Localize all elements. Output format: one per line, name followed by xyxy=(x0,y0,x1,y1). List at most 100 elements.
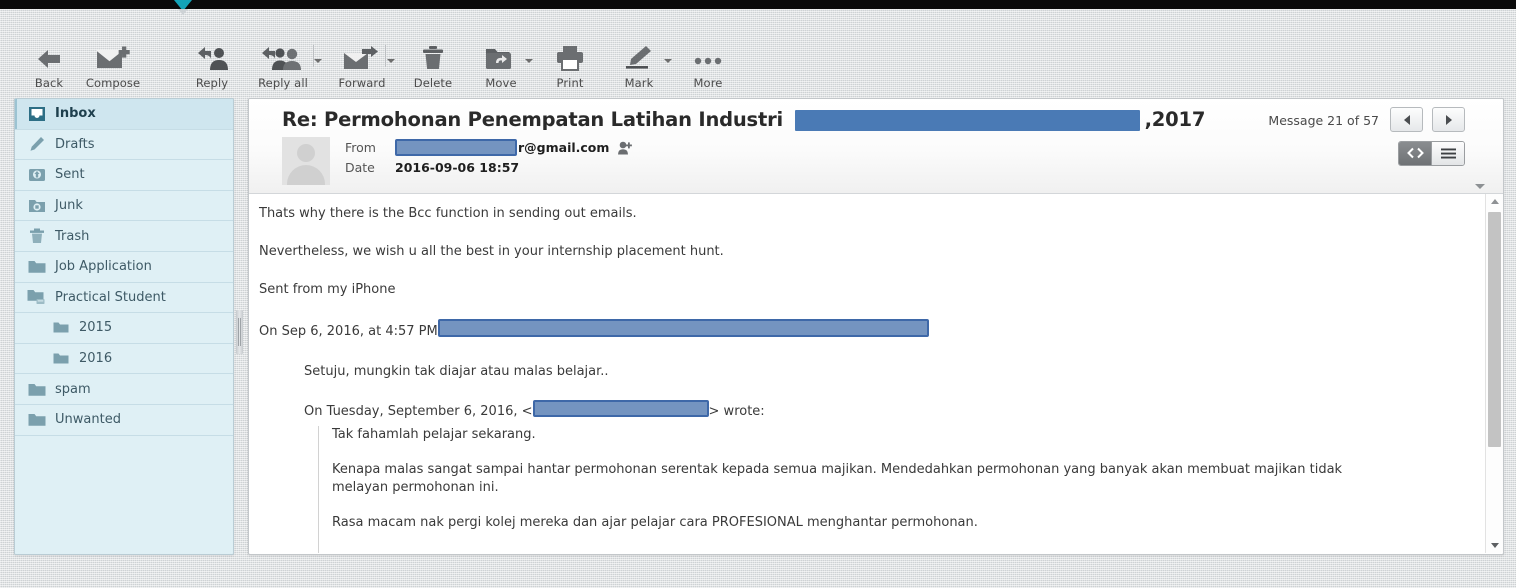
toolbar-button-move[interactable]: Move xyxy=(464,41,538,90)
sidebar-item-junk[interactable]: Junk xyxy=(15,190,233,222)
message-date-row: Date 2016-09-06 18:57 xyxy=(345,160,519,175)
message-body-content: Thats why there is the Bcc function in s… xyxy=(249,194,1483,553)
sidebar-label-spam: spam xyxy=(55,381,91,397)
email-client-window: Back Compose Reply Reply all Forward Del… xyxy=(0,0,1516,588)
sidebar-item-2015[interactable]: 2015 xyxy=(15,313,233,344)
quote1-paragraph: Setuju, mungkin tak diajar atau malas be… xyxy=(304,364,609,380)
trash-icon xyxy=(27,228,46,245)
reply-icon xyxy=(195,41,229,71)
body-paragraph: Nevertheless, we wish u all the best in … xyxy=(259,243,724,259)
avatar xyxy=(282,137,330,185)
sidebar-label-2016: 2016 xyxy=(79,351,113,367)
sidebar-item-job-application[interactable]: Job Application xyxy=(15,251,233,283)
sidebar-item-unwanted[interactable]: Unwanted xyxy=(15,404,233,436)
trash-icon xyxy=(421,41,445,71)
message-subject: Re: Permohonan Penempatan Latihan Indust… xyxy=(282,108,1205,131)
sidebar-item-practical-student[interactable]: Practical Student xyxy=(15,282,233,314)
toolbar-button-forward[interactable]: Forward xyxy=(325,41,399,90)
inbox-icon xyxy=(27,105,46,122)
printer-icon xyxy=(556,41,584,71)
quoted-block-level-2: Tak fahamlah pelajar sekarang. Kenapa ma… xyxy=(318,426,1483,553)
pen-mark-icon xyxy=(624,41,654,71)
view-source-button[interactable] xyxy=(1399,142,1431,165)
sent-icon xyxy=(27,166,46,183)
folder-icon xyxy=(27,258,46,275)
toolbar-label-delete: Delete xyxy=(413,76,453,90)
quoted-block-level-1: Setuju, mungkin tak diajar atau malas be… xyxy=(304,363,1483,553)
sidebar-label-2015: 2015 xyxy=(79,320,113,336)
folder-icon xyxy=(51,319,70,336)
sidebar-item-2016[interactable]: 2016 xyxy=(15,343,233,375)
sidebar-empty-area xyxy=(15,435,233,554)
sidebar-item-sent[interactable]: Sent xyxy=(15,160,233,191)
toolbar-label-back: Back xyxy=(34,76,64,90)
toolbar-label-print: Print xyxy=(556,76,584,90)
sidebar-label-practical-student: Practical Student xyxy=(55,289,166,305)
window-top-chrome xyxy=(0,0,1516,9)
quote-attribution-text: On Sep 6, 2016, at 4:57 PM xyxy=(259,323,438,339)
move-folder-icon xyxy=(485,41,517,71)
chevron-down-icon[interactable] xyxy=(1475,184,1485,189)
sidebar-item-drafts[interactable]: Drafts xyxy=(15,129,233,161)
toolbar-label-mark: Mark xyxy=(624,76,654,90)
message-scrollbar[interactable] xyxy=(1485,194,1503,553)
main-toolbar: Back Compose Reply Reply all Forward Del… xyxy=(0,9,1516,97)
message-header: Re: Permohonan Penempatan Latihan Indust… xyxy=(249,99,1503,194)
toolbar-button-reply[interactable]: Reply xyxy=(175,41,249,90)
toolbar-button-delete[interactable]: Delete xyxy=(396,41,470,90)
back-arrow-icon xyxy=(35,41,63,71)
toolbar-caret-move[interactable] xyxy=(525,59,533,63)
toolbar-button-compose[interactable]: Compose xyxy=(76,41,150,90)
code-view-icon xyxy=(1406,144,1424,163)
toolbar-button-reply-all[interactable]: Reply all xyxy=(246,41,322,90)
folder-icon xyxy=(27,381,46,398)
folder-icon xyxy=(51,350,70,367)
sidebar-item-trash[interactable]: Trash xyxy=(15,221,233,252)
toolbar-button-more[interactable]: More xyxy=(671,41,745,90)
scrollbar-thumb[interactable] xyxy=(1488,212,1501,447)
triangle-down-icon xyxy=(1490,543,1499,548)
subject-redaction xyxy=(794,110,1140,131)
subject-text: Re: Permohonan Penempatan Latihan Indust… xyxy=(282,108,783,131)
toolbar-label-reply-all: Reply all xyxy=(258,76,308,90)
previous-message-button[interactable] xyxy=(1390,107,1423,132)
add-contact-icon[interactable] xyxy=(618,141,633,155)
date-value: 2016-09-06 18:57 xyxy=(395,160,520,175)
toolbar-button-mark[interactable]: Mark xyxy=(602,41,676,90)
quote2-paragraph: Rasa macam nak pergi kolej mereka dan aj… xyxy=(332,514,978,530)
arrow-right-icon xyxy=(1445,114,1452,125)
avatar-placeholder-icon xyxy=(297,144,315,162)
from-address: r@gmail.com xyxy=(518,140,610,155)
pane-splitter-handle[interactable] xyxy=(236,310,243,354)
toolbar-label-more: More xyxy=(693,76,723,90)
quote1-attribution-redaction xyxy=(532,400,709,418)
toolbar-button-back[interactable]: Back xyxy=(12,41,86,90)
from-label: From xyxy=(345,140,376,155)
sidebar-label-unwanted: Unwanted xyxy=(55,412,121,428)
sidebar-label-sent: Sent xyxy=(55,167,85,183)
folder-parent-icon xyxy=(27,289,46,306)
date-label: Date xyxy=(345,160,375,175)
sidebar-item-spam[interactable]: spam xyxy=(15,374,233,405)
message-pane: Re: Permohonan Penempatan Latihan Indust… xyxy=(248,98,1504,555)
toolbar-caret-forward[interactable] xyxy=(387,59,395,63)
from-redaction xyxy=(395,139,517,156)
folder-sidebar: Inbox Drafts Sent Junk Trash Job Applica… xyxy=(14,98,234,555)
forward-icon xyxy=(343,41,381,71)
quote-attribution-redaction xyxy=(437,318,929,337)
message-body: Thats why there is the Bcc function in s… xyxy=(249,194,1503,553)
toolbar-label-move: Move xyxy=(485,76,517,90)
toolbar-button-print[interactable]: Print xyxy=(533,41,607,90)
sidebar-label-trash: Trash xyxy=(55,228,90,244)
list-view-button[interactable] xyxy=(1431,142,1464,165)
toolbar-caret-reply-all[interactable] xyxy=(314,59,322,63)
subject-year: ,2017 xyxy=(1144,108,1206,131)
message-from-row: From r@gmail.com xyxy=(345,139,633,156)
toolbar-label-compose: Compose xyxy=(85,76,141,90)
folder-icon xyxy=(27,411,46,428)
sidebar-item-inbox[interactable]: Inbox xyxy=(15,99,233,130)
compose-icon xyxy=(96,41,130,71)
scroll-down-button[interactable] xyxy=(1486,538,1503,553)
scroll-up-button[interactable] xyxy=(1486,194,1503,209)
next-message-button[interactable] xyxy=(1432,107,1465,132)
